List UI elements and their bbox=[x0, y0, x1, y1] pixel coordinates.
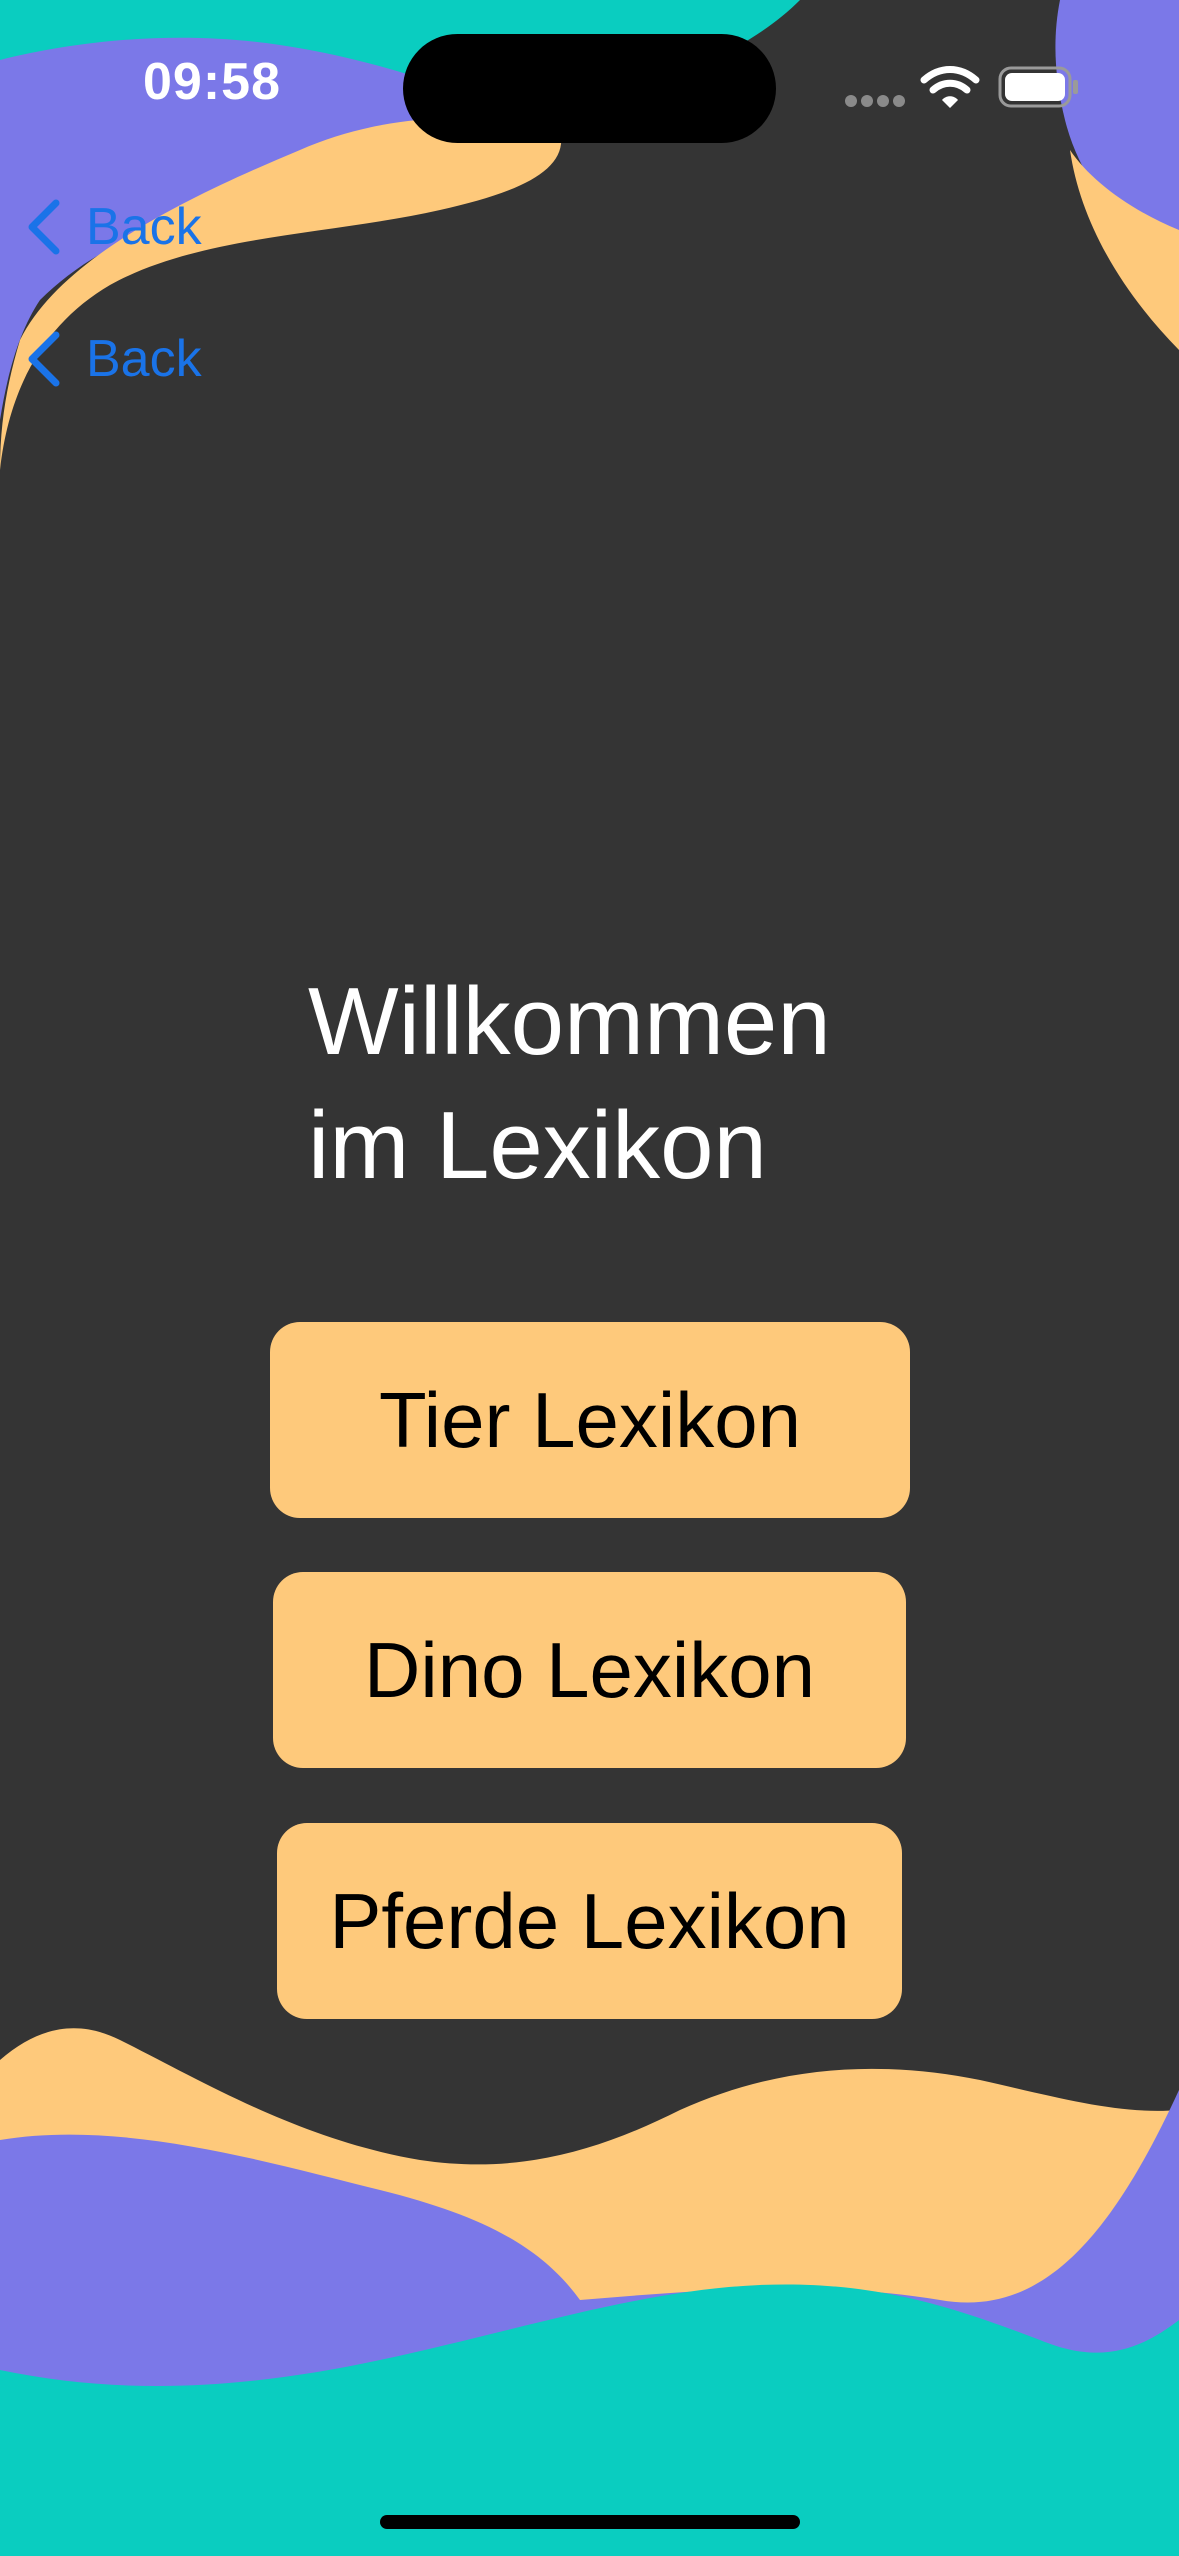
back-button-label: Back bbox=[86, 330, 202, 388]
page-title: Willkommen im Lexikon bbox=[308, 960, 948, 1208]
dynamic-island bbox=[403, 34, 776, 143]
page-title-line-1: Willkommen bbox=[308, 968, 831, 1075]
status-time: 09:58 bbox=[143, 53, 281, 111]
chevron-left-icon bbox=[28, 199, 60, 255]
chevron-left-icon bbox=[28, 331, 60, 387]
back-button-secondary[interactable]: Back bbox=[24, 324, 202, 394]
battery-icon bbox=[998, 66, 1078, 108]
dino-lexikon-button[interactable]: Dino Lexikon bbox=[273, 1572, 906, 1768]
home-indicator[interactable] bbox=[380, 2515, 800, 2529]
page-title-line-2: im Lexikon bbox=[308, 1092, 767, 1199]
pferde-lexikon-button[interactable]: Pferde Lexikon bbox=[277, 1823, 902, 2019]
app-screen: 09:58 Back Back Willkommen im Lexikon Ti… bbox=[0, 0, 1179, 2556]
tier-lexikon-button[interactable]: Tier Lexikon bbox=[270, 1322, 910, 1518]
cellular-signal-icon bbox=[845, 95, 905, 107]
wifi-icon bbox=[920, 66, 980, 108]
back-button[interactable]: Back bbox=[24, 192, 202, 262]
back-button-label: Back bbox=[86, 198, 202, 256]
